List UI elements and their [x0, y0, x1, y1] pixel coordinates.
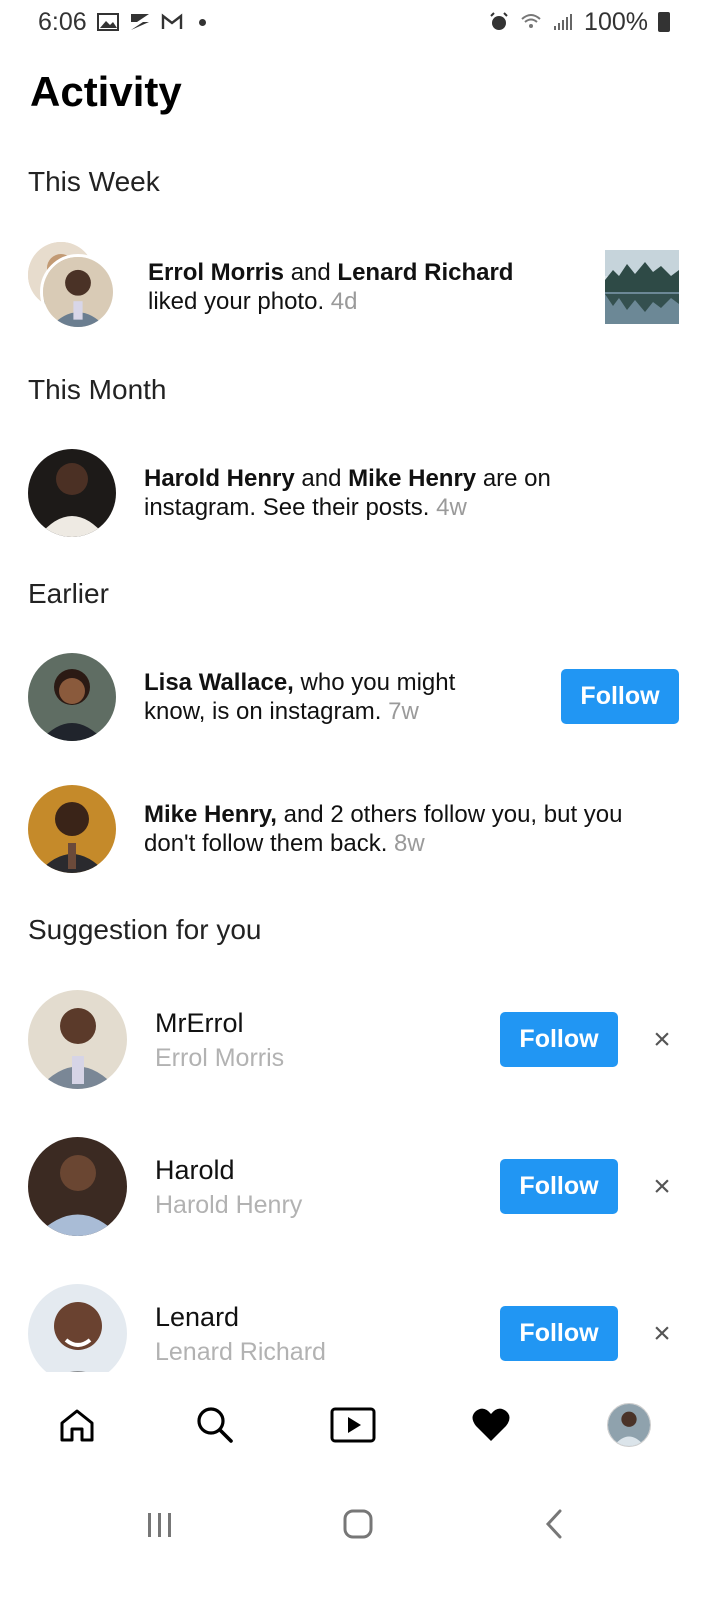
suggestion-fullname: Lenard Richard — [155, 1338, 326, 1366]
avatar-harold-henry[interactable] — [28, 449, 116, 537]
follow-button-lenard[interactable]: Follow — [500, 1306, 618, 1361]
reels-icon — [330, 1407, 376, 1443]
suggestion-avatar-lenard[interactable] — [28, 1284, 127, 1372]
suggestion-fullname: Harold Henry — [155, 1191, 303, 1219]
status-left: 6:06 — [38, 8, 206, 37]
profile-avatar — [607, 1403, 651, 1447]
section-suggestions: Suggestion for you — [28, 914, 262, 945]
nav-home[interactable] — [52, 1400, 102, 1450]
suggestion-fullname: Errol Morris — [155, 1044, 285, 1072]
nav-profile[interactable] — [604, 1400, 654, 1450]
follow-button-mrerrol[interactable]: Follow — [500, 1012, 618, 1067]
activity-time: 7w — [388, 698, 419, 725]
heart-icon — [472, 1408, 510, 1441]
page-title: Activity — [30, 68, 182, 115]
battery-percent: 100% — [584, 7, 648, 36]
dot-icon — [198, 18, 206, 26]
earlier-activity-text-1: Lisa Wallace, who you might know, is on … — [144, 669, 456, 725]
avatar-mike-henry[interactable] — [28, 785, 116, 873]
suggestion-username[interactable]: MrErrol — [155, 1008, 244, 1039]
status-bar: 6:06 100% — [0, 0, 720, 44]
user-link-lenard[interactable]: Lenard Richard — [337, 259, 513, 286]
dismiss-suggestion-lenard[interactable]: × — [648, 1317, 676, 1350]
avatar-lenard[interactable] — [40, 254, 116, 330]
section-earlier: Earlier — [28, 578, 109, 609]
suggestion-avatar-harold[interactable] — [28, 1137, 127, 1236]
suggestion-row-clip: Lenard Lenard Richard Follow × — [0, 1280, 720, 1372]
earlier-activity-text-2: Mike Henry, and 2 others follow you, but… — [144, 801, 623, 857]
back-icon — [545, 1509, 562, 1539]
nav-search[interactable] — [190, 1400, 240, 1450]
home-circle-icon — [343, 1509, 373, 1539]
section-this-month: This Month — [28, 374, 167, 405]
week-activity-text: Errol Morris and Lenard Richard liked yo… — [148, 259, 514, 315]
avatar-lisa-wallace[interactable] — [28, 653, 116, 741]
section-this-week: This Week — [28, 166, 160, 197]
recents-button[interactable] — [140, 1508, 180, 1542]
home-icon — [60, 1409, 94, 1442]
battery-icon — [658, 12, 670, 32]
recents-icon — [148, 1513, 171, 1537]
follow-button-lisa-wallace[interactable]: Follow — [561, 669, 679, 724]
gallery-icon — [96, 13, 119, 31]
alarm-icon — [490, 12, 508, 30]
signal-icon — [554, 14, 573, 30]
liked-photo-thumbnail[interactable] — [605, 250, 679, 324]
user-link-mike-henry-2[interactable]: Mike Henry, — [144, 801, 277, 828]
status-time: 6:06 — [38, 7, 87, 36]
system-navigation — [0, 1478, 720, 1600]
user-link-mike-henry[interactable]: Mike Henry — [348, 465, 476, 492]
nav-activity[interactable] — [466, 1400, 516, 1450]
user-link-lisa-wallace[interactable]: Lisa Wallace, — [144, 669, 294, 696]
home-button[interactable] — [338, 1506, 378, 1542]
s-app-icon — [130, 14, 149, 30]
activity-time: 4d — [330, 288, 358, 315]
dismiss-suggestion-harold[interactable]: × — [648, 1170, 676, 1203]
wifi-icon — [521, 14, 541, 28]
activity-time: 8w — [394, 830, 425, 857]
search-icon — [197, 1407, 233, 1443]
dismiss-suggestion-mrerrol[interactable]: × — [648, 1023, 676, 1056]
suggestion-avatar-mrerrol[interactable] — [28, 990, 127, 1089]
gmail-icon — [161, 13, 182, 29]
user-link-harold-henry[interactable]: Harold Henry — [144, 465, 295, 492]
user-link-errol[interactable]: Errol Morris — [148, 259, 284, 286]
activity-time: 4w — [436, 494, 467, 521]
bottom-navigation — [0, 1372, 720, 1478]
back-button[interactable] — [534, 1506, 574, 1542]
month-activity-text: Harold Henry and Mike Henry are on insta… — [144, 465, 551, 521]
nav-reels[interactable] — [328, 1400, 378, 1450]
suggestion-username[interactable]: Harold — [155, 1155, 235, 1186]
status-right: 100% — [488, 8, 670, 37]
follow-button-harold[interactable]: Follow — [500, 1159, 618, 1214]
suggestion-username[interactable]: Lenard — [155, 1302, 239, 1333]
